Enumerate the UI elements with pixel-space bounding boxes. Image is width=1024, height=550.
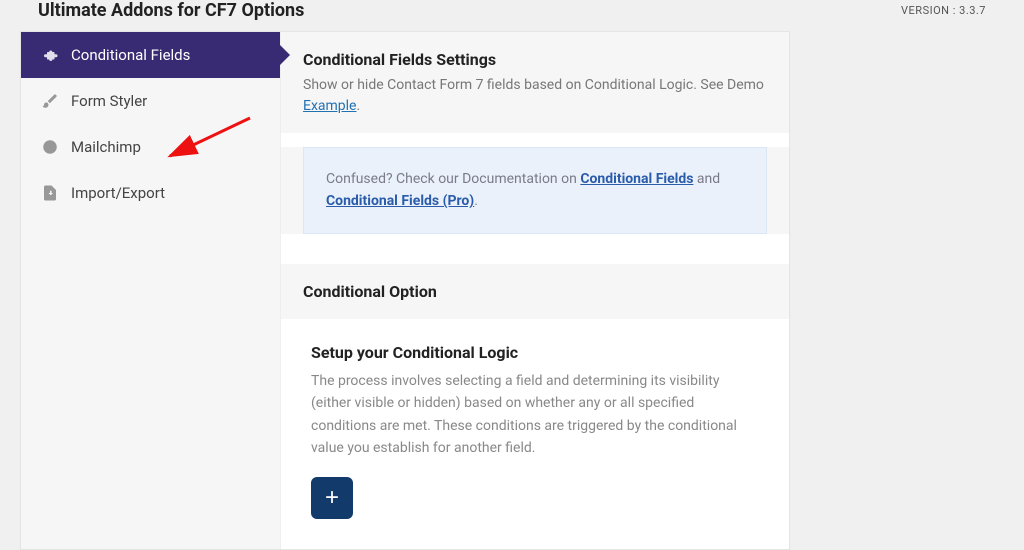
sidebar-item-form-styler[interactable]: Form Styler bbox=[21, 78, 280, 124]
puzzle-icon bbox=[41, 46, 59, 64]
settings-title: Conditional Fields Settings bbox=[303, 50, 767, 69]
content-area: Conditional Fields Settings Show or hide… bbox=[281, 32, 789, 549]
sidebar-item-label: Conditional Fields bbox=[71, 46, 190, 64]
sidebar-item-mailchimp[interactable]: Mailchimp bbox=[21, 124, 280, 170]
sidebar-item-label: Form Styler bbox=[71, 92, 147, 110]
import-export-icon bbox=[41, 184, 59, 202]
mailchimp-icon bbox=[41, 138, 59, 156]
sidebar-item-conditional-fields[interactable]: Conditional Fields bbox=[21, 32, 280, 78]
example-link[interactable]: Example bbox=[303, 98, 356, 114]
main-panel: Conditional Fields Form Styler Mailchimp bbox=[20, 31, 790, 550]
dot: . bbox=[474, 193, 478, 209]
doc-link-conditional-fields-pro[interactable]: Conditional Fields (Pro) bbox=[326, 193, 474, 209]
note-and: and bbox=[697, 171, 720, 187]
note-prefix: Confused? Check our Documentation on bbox=[326, 171, 580, 187]
option-heading: Conditional Option bbox=[281, 264, 789, 319]
spacer bbox=[281, 234, 789, 264]
settings-description: Show or hide Contact Form 7 fields based… bbox=[303, 75, 767, 117]
page-title: Ultimate Addons for CF7 Options bbox=[38, 0, 304, 21]
sidebar-item-label: Import/Export bbox=[71, 184, 165, 202]
setup-area: Setup your Conditional Logic The process… bbox=[281, 319, 789, 550]
sidebar-item-label: Mailchimp bbox=[71, 138, 141, 156]
version-label: VERSION : 3.3.7 bbox=[901, 4, 986, 17]
settings-header: Conditional Fields Settings Show or hide… bbox=[281, 32, 789, 133]
settings-desc-text: Show or hide Contact Form 7 fields based… bbox=[303, 77, 764, 93]
add-condition-button[interactable]: + bbox=[311, 477, 353, 519]
documentation-note: Confused? Check our Documentation on Con… bbox=[303, 147, 767, 234]
setup-title: Setup your Conditional Logic bbox=[311, 343, 759, 362]
sidebar-item-import-export[interactable]: Import/Export bbox=[21, 170, 280, 216]
setup-description: The process involves selecting a field a… bbox=[311, 370, 751, 460]
dot: . bbox=[356, 98, 360, 114]
doc-link-conditional-fields[interactable]: Conditional Fields bbox=[580, 171, 693, 187]
brush-icon bbox=[41, 92, 59, 110]
spacer bbox=[281, 133, 789, 147]
sidebar: Conditional Fields Form Styler Mailchimp bbox=[21, 32, 281, 549]
